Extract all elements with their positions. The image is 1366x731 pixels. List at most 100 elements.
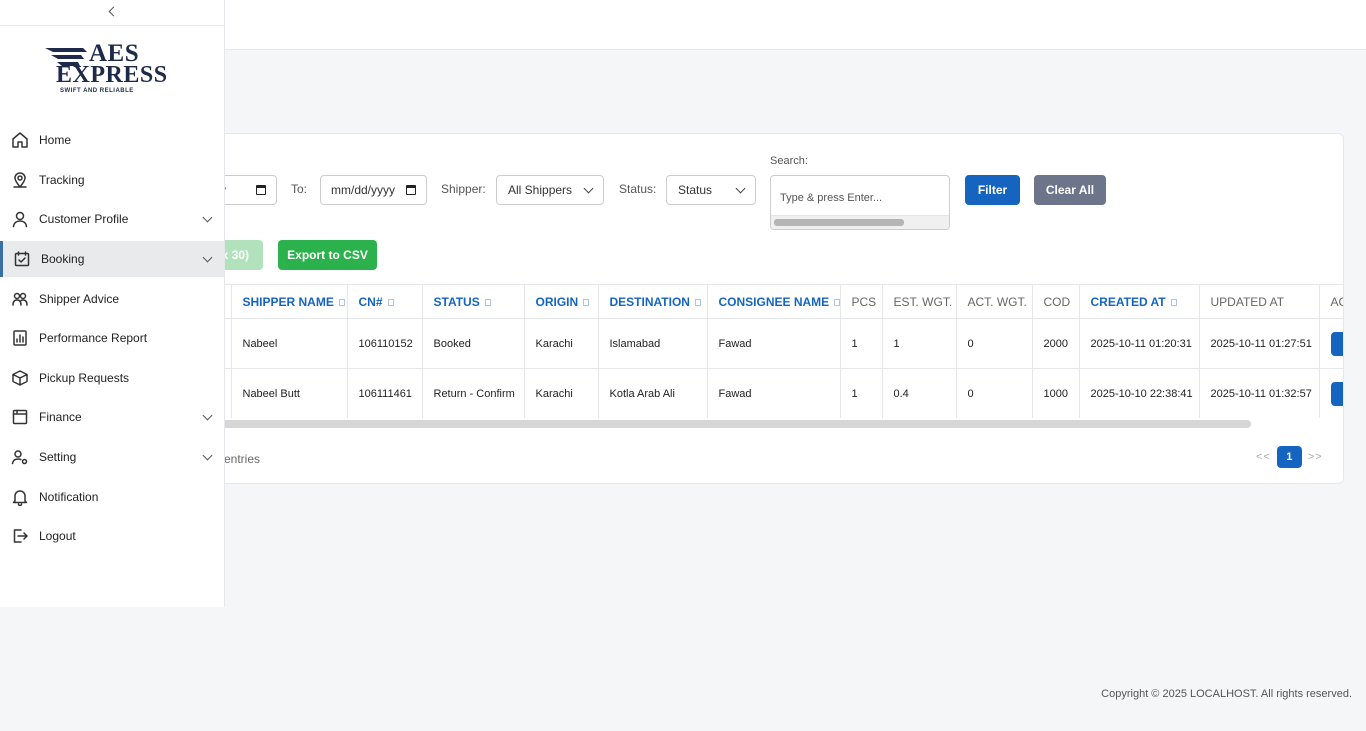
- logout-icon: [13, 529, 28, 543]
- shipper-label: Shipper:: [441, 182, 486, 196]
- sidebar-item-finance[interactable]: Finance: [0, 399, 224, 435]
- column-header: ACT. WGT.: [956, 284, 1033, 319]
- table-horizontal-scrollbar[interactable]: [201, 420, 1251, 428]
- bookings-table: SHIPPER NAME CN# STATUS ORIGIN DESTINATI…: [201, 284, 1343, 418]
- sidebar: AES EXPRESS SWIFT AND RELIABLE Home Trac…: [0, 0, 225, 607]
- column-header: AC: [1319, 284, 1343, 319]
- column-header[interactable]: CONSIGNEE NAME: [707, 284, 841, 319]
- chevron-down-icon: [202, 450, 213, 461]
- calendar-icon[interactable]: [406, 185, 416, 195]
- sidebar-item-booking[interactable]: Booking: [0, 241, 224, 277]
- user-gear-icon: [11, 450, 28, 465]
- finance-icon: [12, 409, 28, 425]
- sidebar-item-logout[interactable]: Logout: [0, 518, 224, 554]
- table-row: Nabeel 106110152 Booked Karachi Islamaba…: [201, 318, 1343, 369]
- column-header: PCS: [840, 284, 883, 319]
- column-header[interactable]: CN#: [347, 284, 423, 319]
- column-header[interactable]: ORIGIN: [524, 284, 599, 319]
- table-header-row: SHIPPER NAME CN# STATUS ORIGIN DESTINATI…: [201, 284, 1343, 319]
- shipper-select[interactable]: All Shippers: [496, 175, 604, 205]
- table-cell: [1319, 368, 1343, 418]
- column-header: UPDATED AT: [1199, 284, 1320, 319]
- status-select-value: Status: [678, 183, 713, 197]
- table-cell: 1: [840, 368, 883, 418]
- search-input[interactable]: [780, 184, 949, 212]
- table-cell: Karachi: [524, 318, 599, 369]
- calendar-check-icon: [14, 251, 30, 267]
- to-label: To:: [291, 182, 308, 196]
- sidebar-item-tracking[interactable]: Tracking: [0, 162, 224, 198]
- table-cell: 1: [840, 318, 883, 369]
- aes-express-logo: AES EXPRESS SWIFT AND RELIABLE: [45, 40, 167, 98]
- table-cell: Islamabad: [598, 318, 708, 369]
- chevron-down-icon: [202, 410, 213, 421]
- sidebar-item-shipper-advice[interactable]: Shipper Advice: [0, 281, 224, 317]
- to-date-input[interactable]: mm/dd/yyyy: [320, 175, 427, 205]
- table-cell: 1: [882, 318, 957, 369]
- booking-list-card: yyyy To: mm/dd/yyyy Shipper: All Shipper…: [200, 133, 1344, 484]
- table-cell: 0.4: [882, 368, 957, 418]
- report-icon: [13, 330, 27, 346]
- table-cell: 2025-10-10 22:38:41: [1079, 368, 1200, 418]
- table-cell: 1000: [1032, 368, 1080, 418]
- table-cell: Fawad: [707, 318, 841, 369]
- chevron-left-icon: [108, 6, 119, 17]
- home-icon: [12, 132, 28, 148]
- to-date-value: mm/dd/yyyy: [331, 183, 396, 197]
- sidebar-item-customer-profile[interactable]: Customer Profile: [0, 201, 224, 237]
- sidebar-item-setting[interactable]: Setting: [0, 439, 224, 475]
- export-csv-button[interactable]: Export to CSV: [278, 240, 377, 270]
- column-header[interactable]: SHIPPER NAME: [231, 284, 348, 319]
- sidebar-item-performance-report[interactable]: Performance Report: [0, 320, 224, 356]
- pagination: << 1 >>: [1256, 446, 1323, 468]
- chevron-down-icon: [202, 212, 213, 223]
- table-cell: Kotla Arab Ali: [598, 368, 708, 418]
- sidebar-item-pickup-requests[interactable]: Pickup Requests: [0, 360, 224, 396]
- pager-next[interactable]: >>: [1308, 451, 1323, 463]
- sidebar-item-notification[interactable]: Notification: [0, 479, 224, 515]
- sidebar-item-home[interactable]: Home: [0, 122, 224, 158]
- column-header[interactable]: STATUS: [422, 284, 525, 319]
- calendar-icon[interactable]: [256, 185, 266, 195]
- row-action-button[interactable]: [1330, 331, 1343, 356]
- chevron-down-icon: [202, 252, 213, 263]
- sidebar-collapse-toggle[interactable]: [0, 0, 224, 26]
- table-cell: 2025-10-11 01:27:51: [1199, 318, 1320, 369]
- pager-page-1[interactable]: 1: [1276, 446, 1302, 468]
- column-header[interactable]: DESTINATION: [598, 284, 708, 319]
- table-cell: Karachi: [524, 368, 599, 418]
- search-scrollbar[interactable]: [771, 215, 949, 229]
- table-cell: 0: [956, 318, 1033, 369]
- users-icon: [12, 292, 28, 306]
- pager-prev[interactable]: <<: [1256, 451, 1271, 463]
- chevron-down-icon: [735, 183, 746, 193]
- filter-button[interactable]: Filter: [965, 175, 1020, 205]
- clear-all-button[interactable]: Clear All: [1034, 175, 1106, 205]
- copyright-footer: Copyright © 2025 LOCALHOST. All rights r…: [1101, 688, 1352, 700]
- table-cell: 2025-10-11 01:20:31: [1079, 318, 1200, 369]
- column-header: COD: [1032, 284, 1080, 319]
- table-cell: Nabeel: [231, 318, 348, 369]
- bell-icon: [12, 490, 28, 506]
- table-cell: 2025-10-11 01:32:57: [1199, 368, 1320, 418]
- chevron-down-icon: [583, 183, 594, 193]
- table-cell: 106111461: [347, 368, 423, 418]
- table-cell: Booked: [422, 318, 525, 369]
- shipper-select-value: All Shippers: [508, 183, 573, 197]
- table-cell: Nabeel Butt: [231, 368, 348, 418]
- table-cell: Fawad: [707, 368, 841, 418]
- table-cell: [1319, 318, 1343, 369]
- map-pin-icon: [13, 172, 27, 188]
- entries-info: entries: [224, 452, 261, 466]
- table-cell: Return - Confirm: [422, 368, 525, 418]
- table-cell: 2000: [1032, 318, 1080, 369]
- bookings-table-wrapper: SHIPPER NAME CN# STATUS ORIGIN DESTINATI…: [201, 284, 1343, 418]
- search-label: Search:: [770, 155, 808, 167]
- user-icon: [12, 211, 28, 228]
- status-select[interactable]: Status: [666, 175, 756, 205]
- table-cell: 0: [956, 368, 1033, 418]
- column-header[interactable]: CREATED AT: [1079, 284, 1200, 319]
- row-action-button[interactable]: [1330, 381, 1343, 406]
- search-box: [770, 175, 950, 230]
- table-cell: 106110152: [347, 318, 423, 369]
